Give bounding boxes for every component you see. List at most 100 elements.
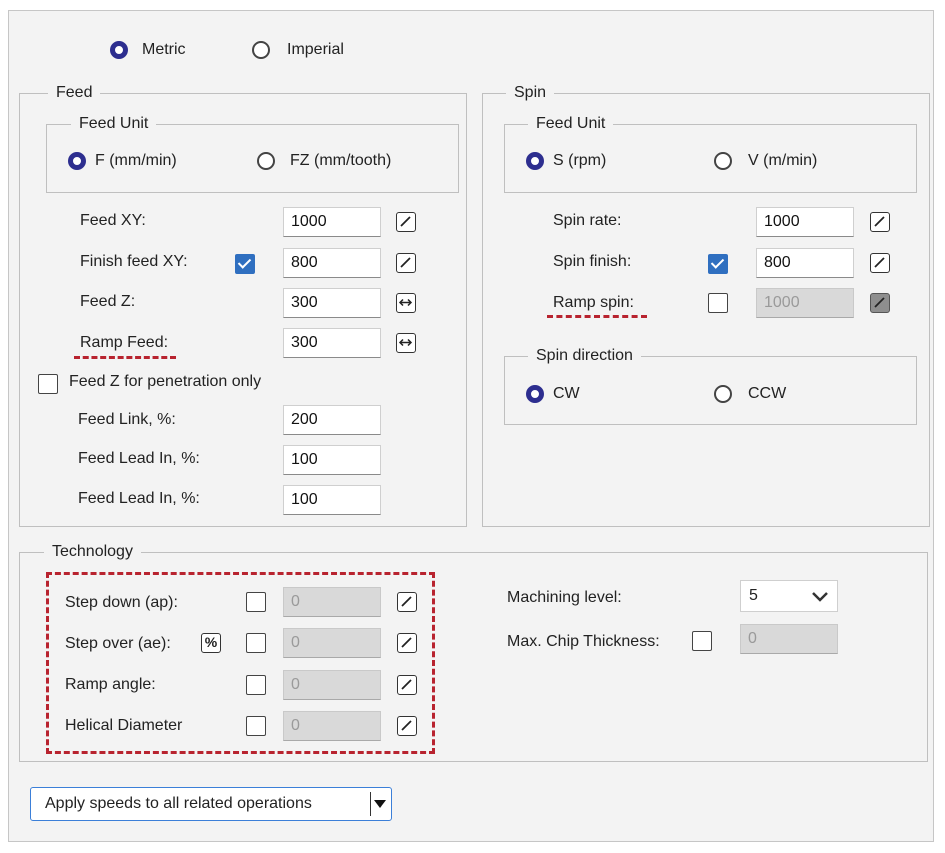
spin-direction-title: Spin direction bbox=[528, 346, 641, 366]
pencil-icon bbox=[400, 257, 411, 268]
penetration-only-checkbox[interactable] bbox=[38, 374, 58, 394]
feed-unit-f-radio[interactable] bbox=[68, 152, 86, 170]
feed-unit-title: Feed Unit bbox=[71, 114, 157, 134]
ramp-feed-input[interactable]: 300 bbox=[283, 328, 381, 358]
metric-radio[interactable] bbox=[110, 41, 128, 59]
ramp-spin-highlight bbox=[547, 315, 647, 318]
step-over-edit-button[interactable] bbox=[397, 633, 417, 653]
feed-z-link-button[interactable] bbox=[396, 293, 416, 313]
feed-lead-in-input[interactable]: 100 bbox=[283, 445, 381, 475]
cw-radio[interactable] bbox=[526, 385, 544, 403]
double-arrow-icon bbox=[398, 298, 413, 307]
ramp-angle-checkbox[interactable] bbox=[246, 675, 266, 695]
ccw-label: CCW bbox=[748, 385, 787, 402]
metric-label: Metric bbox=[142, 41, 186, 58]
finish-feed-xy-checkbox[interactable] bbox=[235, 254, 255, 274]
feed-z-input[interactable]: 300 bbox=[283, 288, 381, 318]
helical-diameter-input: 0 bbox=[283, 711, 381, 741]
ramp-feed-link-button[interactable] bbox=[396, 333, 416, 353]
feed-lead-in-2-label: Feed Lead In, %: bbox=[78, 490, 200, 507]
feed-unit-group: Feed Unit F (mm/min) FZ (mm/tooth) bbox=[46, 114, 459, 193]
spin-group-title: Spin bbox=[506, 83, 555, 103]
machining-level-select[interactable]: 5 bbox=[740, 580, 838, 612]
ccw-radio[interactable] bbox=[714, 385, 732, 403]
chevron-down-icon bbox=[812, 592, 828, 602]
step-over-checkbox[interactable] bbox=[246, 633, 266, 653]
step-over-input: 0 bbox=[283, 628, 381, 658]
pencil-icon bbox=[401, 679, 412, 690]
ramp-spin-checkbox[interactable] bbox=[708, 293, 728, 313]
feed-lead-in-2-input[interactable]: 100 bbox=[283, 485, 381, 515]
spin-unit-v-radio[interactable] bbox=[714, 152, 732, 170]
feed-link-label: Feed Link, %: bbox=[78, 411, 176, 428]
split-divider bbox=[370, 792, 371, 816]
machining-level-label: Machining level: bbox=[507, 589, 622, 606]
spin-finish-input[interactable]: 800 bbox=[756, 248, 854, 278]
penetration-only-label: Feed Z for penetration only bbox=[69, 373, 262, 390]
feed-lead-in-label: Feed Lead In, %: bbox=[78, 450, 200, 467]
chip-thickness-checkbox[interactable] bbox=[692, 631, 712, 651]
pencil-icon bbox=[874, 297, 885, 308]
pencil-icon bbox=[874, 257, 885, 268]
step-over-label: Step over (ae): bbox=[65, 635, 171, 652]
spin-unit-s-label: S (rpm) bbox=[553, 152, 607, 169]
spin-unit-title: Feed Unit bbox=[528, 114, 614, 134]
ramp-spin-edit-button bbox=[870, 293, 890, 313]
spin-finish-label: Spin finish: bbox=[553, 253, 632, 270]
spin-rate-label: Spin rate: bbox=[553, 212, 622, 229]
spin-finish-checkbox[interactable] bbox=[708, 254, 728, 274]
technology-group-title: Technology bbox=[44, 542, 141, 562]
pencil-icon bbox=[874, 216, 885, 227]
technology-group: Technology Step down (ap): 0 Step over (… bbox=[19, 542, 928, 762]
finish-feed-xy-edit-button[interactable] bbox=[396, 253, 416, 273]
finish-feed-xy-input[interactable]: 800 bbox=[283, 248, 381, 278]
feed-group: Feed Feed Unit F (mm/min) FZ (mm/tooth) … bbox=[19, 83, 467, 527]
imperial-label: Imperial bbox=[287, 41, 344, 58]
feed-xy-label: Feed XY: bbox=[80, 212, 146, 229]
feed-unit-fz-radio[interactable] bbox=[257, 152, 275, 170]
feed-xy-edit-button[interactable] bbox=[396, 212, 416, 232]
speeds-panel: Metric Imperial Feed Feed Unit F (mm/min… bbox=[8, 10, 934, 842]
step-down-input: 0 bbox=[283, 587, 381, 617]
helical-diameter-edit-button[interactable] bbox=[397, 716, 417, 736]
finish-feed-xy-label: Finish feed XY: bbox=[80, 253, 188, 270]
pencil-icon bbox=[401, 637, 412, 648]
apply-speeds-label: Apply speeds to all related operations bbox=[45, 795, 312, 812]
step-down-edit-button[interactable] bbox=[397, 592, 417, 612]
spin-direction-group: Spin direction CW CCW bbox=[504, 346, 917, 425]
helical-diameter-checkbox[interactable] bbox=[246, 716, 266, 736]
ramp-angle-input: 0 bbox=[283, 670, 381, 700]
ramp-angle-edit-button[interactable] bbox=[397, 675, 417, 695]
pencil-icon bbox=[401, 720, 412, 731]
spin-rate-edit-button[interactable] bbox=[870, 212, 890, 232]
helical-diameter-label: Helical Diameter bbox=[65, 717, 183, 734]
cw-label: CW bbox=[553, 385, 580, 402]
feed-unit-fz-label: FZ (mm/tooth) bbox=[290, 152, 392, 169]
apply-speeds-button[interactable]: Apply speeds to all related operations bbox=[30, 787, 392, 821]
spin-group: Spin Feed Unit S (rpm) V (m/min) Spin ra… bbox=[482, 83, 930, 527]
spin-rate-input[interactable]: 1000 bbox=[756, 207, 854, 237]
double-arrow-icon bbox=[398, 338, 413, 347]
step-down-label: Step down (ap): bbox=[65, 594, 178, 611]
spin-unit-v-label: V (m/min) bbox=[748, 152, 818, 169]
ramp-feed-highlight bbox=[74, 356, 176, 359]
imperial-radio[interactable] bbox=[252, 41, 270, 59]
ramp-spin-label: Ramp spin: bbox=[553, 294, 634, 311]
ramp-feed-label: Ramp Feed: bbox=[80, 334, 169, 351]
dropdown-arrow-icon[interactable] bbox=[374, 800, 386, 808]
ramp-spin-input: 1000 bbox=[756, 288, 854, 318]
pencil-icon bbox=[401, 596, 412, 607]
feed-xy-input[interactable]: 1000 bbox=[283, 207, 381, 237]
chip-thickness-input: 0 bbox=[740, 624, 838, 654]
step-down-checkbox[interactable] bbox=[246, 592, 266, 612]
feed-z-label: Feed Z: bbox=[80, 293, 136, 310]
feed-unit-f-label: F (mm/min) bbox=[95, 152, 177, 169]
feed-group-title: Feed bbox=[48, 83, 101, 103]
percent-toggle-button[interactable]: % bbox=[201, 633, 221, 653]
feed-link-input[interactable]: 200 bbox=[283, 405, 381, 435]
chip-thickness-label: Max. Chip Thickness: bbox=[507, 633, 660, 650]
machining-level-value: 5 bbox=[749, 587, 758, 604]
spin-unit-group: Feed Unit S (rpm) V (m/min) bbox=[504, 114, 917, 193]
spin-finish-edit-button[interactable] bbox=[870, 253, 890, 273]
spin-unit-s-radio[interactable] bbox=[526, 152, 544, 170]
